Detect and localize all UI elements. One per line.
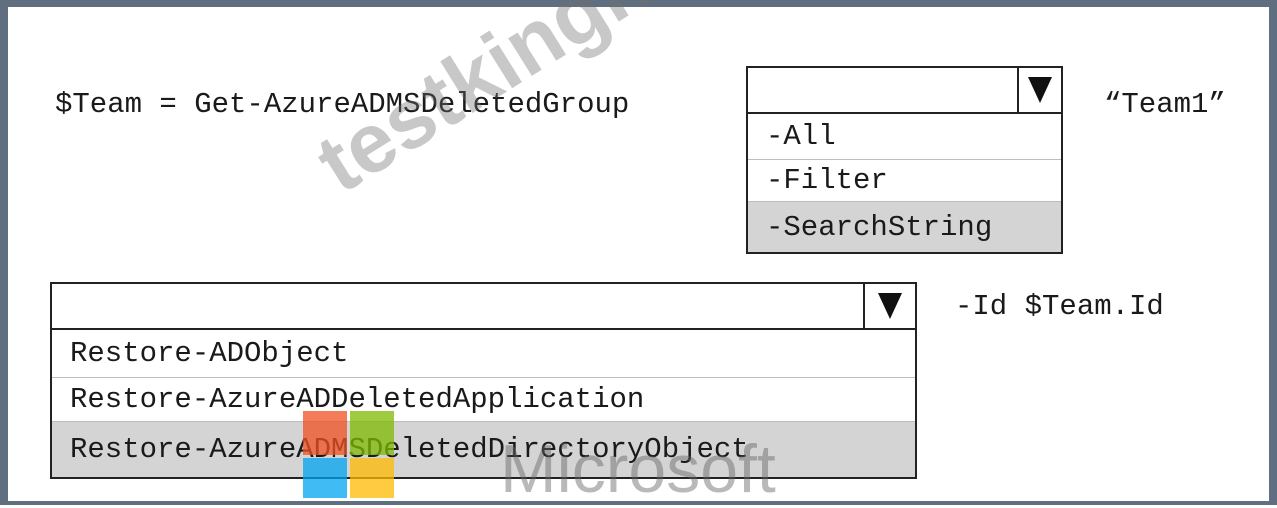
team-name-argument: “Team1” <box>1104 88 1226 121</box>
logo-square-icon <box>350 458 394 498</box>
dropdown-option[interactable]: Restore-AzureADDeletedApplication <box>52 378 915 422</box>
dropdown-arrow-icon[interactable] <box>863 284 915 328</box>
dropdown-option[interactable]: -SearchString <box>748 202 1061 252</box>
parameter-dropdown[interactable]: -All -Filter -SearchString <box>746 66 1063 254</box>
dropdown-option[interactable]: Restore-ADObject <box>52 330 915 378</box>
parameter-dropdown-selected[interactable] <box>748 68 1061 114</box>
dropdown-option[interactable]: -All <box>748 114 1061 160</box>
logo-square-icon <box>303 411 347 455</box>
cmdlet-dropdown-selected[interactable] <box>52 284 915 330</box>
logo-square-icon <box>350 411 394 455</box>
dropdown-option[interactable]: -Filter <box>748 160 1061 202</box>
dropdown-arrow-icon[interactable] <box>1017 68 1061 112</box>
dropdown-option[interactable]: Restore-AzureADMSDeletedDirectoryObject <box>52 422 915 477</box>
id-parameter-text: -Id $Team.Id <box>955 290 1164 323</box>
logo-square-icon <box>303 458 347 498</box>
cmdlet-dropdown[interactable]: Restore-ADObject Restore-AzureADDeletedA… <box>50 282 917 479</box>
cmdlet-prefix-text: $Team = Get-AzureADMSDeletedGroup <box>55 88 630 121</box>
